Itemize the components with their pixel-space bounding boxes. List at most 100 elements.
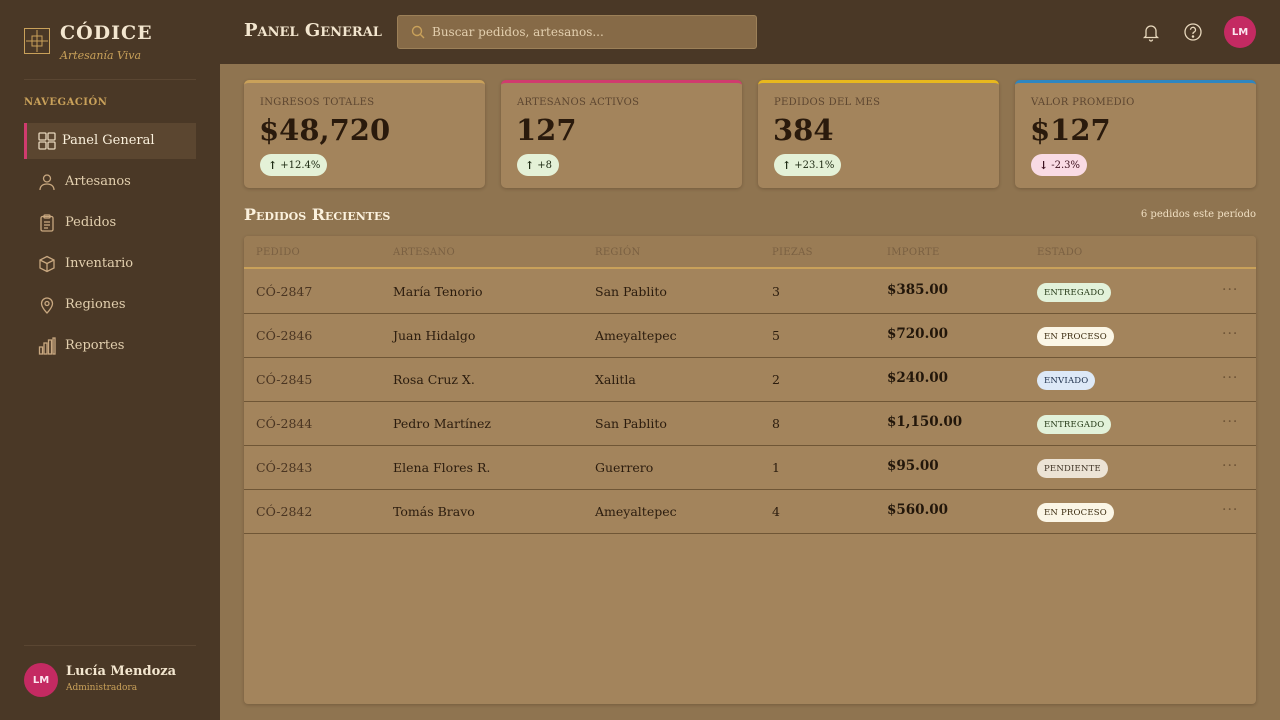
stat-delta: +12.4% (280, 159, 321, 171)
stat-delta: +23.1% (794, 159, 835, 171)
box-icon (39, 255, 55, 273)
pieces: 3 (772, 284, 780, 299)
sidebar-item-label: Regiones (65, 297, 126, 312)
table-row[interactable]: CÓ-2845 Rosa Cruz X. Xalitla 2 $240.00 E… (244, 358, 1256, 402)
stat-delta: +8 (537, 159, 552, 171)
header-avatar[interactable]: LM (1224, 16, 1256, 48)
region: San Pablito (595, 416, 667, 431)
stat-label: VALOR PROMEDIO (1031, 97, 1135, 108)
status-badge: EN PROCESO (1037, 327, 1114, 346)
stat-delta-badge: ↓ -2.3% (1031, 154, 1088, 176)
stat-label: PEDIDOS DEL MES (774, 97, 881, 108)
user-role: Administradora (66, 683, 138, 693)
amount: $1,150.00 (887, 414, 963, 430)
bar-chart-icon (38, 337, 56, 355)
region: San Pablito (595, 284, 667, 299)
sidebar-item-inventario[interactable]: Inventario (24, 246, 196, 282)
sidebar-item-regiones[interactable]: Regiones (24, 287, 196, 323)
sidebar-item-label: Panel General (62, 133, 155, 148)
amount: $240.00 (887, 370, 949, 386)
stat-value: 384 (773, 113, 834, 147)
sidebar-item-panel-general[interactable]: Panel General (24, 123, 196, 159)
sidebar-item-label: Reportes (65, 338, 125, 353)
stat-label: INGRESOS TOTALES (260, 97, 375, 108)
more-options-icon[interactable]: ··· (1222, 414, 1238, 430)
page-title: Panel General (244, 20, 382, 41)
column-header-importe[interactable]: IMPORTE (887, 247, 940, 258)
more-options-icon[interactable]: ··· (1222, 326, 1238, 342)
order-id: CÓ-2847 (256, 284, 313, 299)
region: Ameyaltepec (595, 328, 677, 343)
status-badge: PENDIENTE (1037, 459, 1108, 478)
more-options-icon[interactable]: ··· (1222, 370, 1238, 386)
user-name: Lucía Mendoza (66, 664, 177, 679)
artisan-name: María Tenorio (393, 284, 483, 299)
codex-logo-icon (24, 28, 50, 54)
user-profile[interactable]: LM Lucía Mendoza Administradora (24, 645, 196, 705)
column-header-pedido[interactable]: PEDIDO (256, 247, 300, 258)
table-row[interactable]: CÓ-2842 Tomás Bravo Ameyaltepec 4 $560.0… (244, 490, 1256, 534)
sidebar-item-label: Pedidos (65, 215, 117, 230)
stat-label: ARTESANOS ACTIVOS (517, 97, 640, 108)
amount: $720.00 (887, 326, 949, 342)
pieces: 8 (772, 416, 780, 431)
stat-card-ingresos: INGRESOS TOTALES $48,720 ↑ +12.4% (244, 80, 485, 188)
pieces: 1 (772, 460, 780, 475)
stat-card-valor-promedio: VALOR PROMEDIO $127 ↓ -2.3% (1015, 80, 1256, 188)
more-options-icon[interactable]: ··· (1222, 458, 1238, 474)
stat-delta-badge: ↑ +12.4% (260, 154, 328, 176)
help-icon[interactable] (1183, 22, 1203, 42)
sidebar-item-pedidos[interactable]: Pedidos (24, 205, 196, 241)
stat-delta-badge: ↑ +8 (517, 154, 559, 176)
table-row[interactable]: CÓ-2844 Pedro Martínez San Pablito 8 $1,… (244, 402, 1256, 446)
stat-value: $48,720 (259, 113, 391, 147)
sidebar-item-reportes[interactable]: Reportes (24, 328, 196, 364)
region: Xalitla (595, 372, 636, 387)
map-pin-icon (40, 297, 54, 314)
arrow-up-icon: ↑ (782, 158, 792, 172)
column-header-artesano[interactable]: ARTESANO (393, 247, 455, 258)
bell-icon[interactable] (1141, 22, 1161, 42)
artisan-name: Rosa Cruz X. (393, 372, 475, 387)
order-id: CÓ-2843 (256, 460, 313, 475)
search-icon (411, 25, 425, 39)
table-row[interactable]: CÓ-2846 Juan Hidalgo Ameyaltepec 5 $720.… (244, 314, 1256, 358)
arrow-up-icon: ↑ (268, 158, 278, 172)
region: Ameyaltepec (595, 504, 677, 519)
status-badge: EN PROCESO (1037, 503, 1114, 522)
pieces: 4 (772, 504, 780, 519)
order-id: CÓ-2844 (256, 416, 313, 431)
table-row[interactable]: CÓ-2847 María Tenorio San Pablito 3 $385… (244, 270, 1256, 314)
search-box[interactable] (397, 15, 757, 49)
top-bar: Panel General LM (220, 0, 1280, 64)
amount: $560.00 (887, 502, 949, 518)
avatar: LM (24, 663, 58, 697)
column-header-estado[interactable]: ESTADO (1037, 247, 1083, 258)
more-options-icon[interactable]: ··· (1222, 502, 1238, 518)
pieces: 2 (772, 372, 780, 387)
column-header-piezas[interactable]: PIEZAS (772, 247, 813, 258)
arrow-up-icon: ↑ (525, 158, 535, 172)
status-badge: ENTREGADO (1037, 415, 1112, 434)
grid-icon (38, 132, 56, 150)
sidebar-item-artesanos[interactable]: Artesanos (24, 164, 196, 200)
stat-card-pedidos: PEDIDOS DEL MES 384 ↑ +23.1% (758, 80, 999, 188)
search-input[interactable] (432, 16, 752, 48)
amount: $385.00 (887, 282, 949, 298)
table-row[interactable]: CÓ-2843 Elena Flores R. Guerrero 1 $95.0… (244, 446, 1256, 490)
artisan-name: Juan Hidalgo (393, 328, 476, 343)
more-options-icon[interactable]: ··· (1222, 282, 1238, 298)
brand-tagline: Artesanía Viva (60, 49, 142, 62)
section-title: Pedidos Recientes (244, 205, 391, 224)
orders-count: 6 pedidos este período (1140, 209, 1256, 220)
arrow-down-icon: ↓ (1039, 158, 1049, 172)
stat-value: 127 (516, 113, 577, 147)
nav-section-title: NAVEGACIÓN (24, 97, 108, 108)
table-header: PEDIDO ARTESANO REGIÓN PIEZAS IMPORTE ES… (244, 236, 1256, 269)
stat-delta-badge: ↑ +23.1% (774, 154, 842, 176)
column-header-region[interactable]: REGIÓN (595, 247, 641, 258)
sidebar-item-label: Artesanos (65, 174, 131, 189)
order-id: CÓ-2845 (256, 372, 313, 387)
artisan-name: Pedro Martínez (393, 416, 492, 431)
stat-card-artesanos: ARTESANOS ACTIVOS 127 ↑ +8 (501, 80, 742, 188)
